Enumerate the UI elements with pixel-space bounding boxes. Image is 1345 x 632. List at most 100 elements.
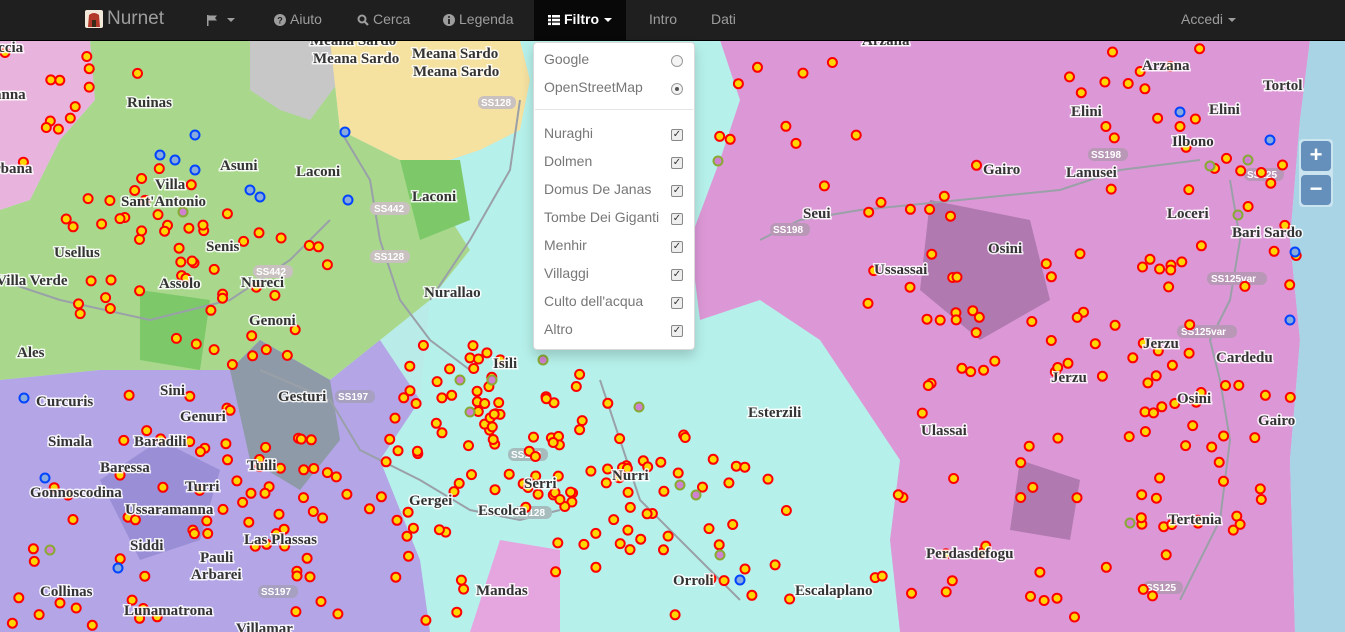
nuraghe-marker[interactable] — [1234, 518, 1246, 530]
nuraghe-marker[interactable] — [570, 381, 582, 392]
nuraghe-marker[interactable] — [237, 496, 249, 508]
nuraghe-marker[interactable] — [1015, 457, 1027, 469]
nuraghe-marker[interactable] — [1137, 583, 1149, 595]
nuraghe-marker[interactable] — [727, 519, 739, 530]
nuraghe-marker[interactable] — [679, 432, 691, 443]
nuraghe-marker[interactable] — [402, 506, 414, 518]
zoom-out-button[interactable]: − — [1301, 175, 1331, 205]
intro-link[interactable]: Intro — [649, 0, 677, 40]
nuraghe-marker[interactable] — [1062, 357, 1074, 369]
nuraghe-marker[interactable] — [1221, 152, 1232, 164]
nuraghe-marker[interactable] — [1137, 261, 1148, 273]
nuraghe-marker[interactable] — [114, 553, 126, 565]
nuraghe-marker[interactable] — [493, 397, 505, 409]
tomb-marker[interactable] — [1204, 160, 1216, 172]
nuraghe-marker[interactable] — [321, 259, 333, 271]
nuraghe-marker[interactable] — [226, 359, 238, 370]
nuraghe-marker[interactable] — [1195, 240, 1207, 252]
nuraghe-marker[interactable] — [950, 314, 962, 326]
nuraghe-marker[interactable] — [951, 271, 963, 283]
nuraghe-marker[interactable] — [565, 486, 577, 498]
nuraghe-marker[interactable] — [1150, 370, 1162, 382]
other-site-marker[interactable] — [154, 149, 166, 161]
nuraghe-marker[interactable] — [946, 575, 958, 587]
nuraghe-marker[interactable] — [1242, 201, 1254, 212]
nuraghe-marker[interactable] — [554, 494, 566, 505]
tomb-marker[interactable] — [464, 406, 476, 418]
nuraghe-marker[interactable] — [391, 514, 403, 526]
other-site-marker[interactable] — [254, 191, 266, 203]
nuraghe-marker[interactable] — [916, 407, 928, 419]
nuraghe-marker[interactable] — [312, 241, 324, 253]
nuraghe-marker[interactable] — [404, 360, 416, 372]
nuraghe-marker[interactable] — [208, 344, 220, 356]
nuraghe-marker[interactable] — [1189, 113, 1201, 125]
nuraghe-marker[interactable] — [1156, 401, 1168, 413]
nuraghe-marker[interactable] — [481, 347, 493, 359]
nuraghe-marker[interactable] — [965, 366, 977, 378]
nuraghe-marker[interactable] — [1038, 595, 1050, 606]
nuraghe-marker[interactable] — [1027, 481, 1039, 493]
nuraghe-marker[interactable] — [259, 487, 271, 499]
nuraghe-marker[interactable] — [100, 292, 112, 304]
nuraghe-marker[interactable] — [1045, 271, 1057, 283]
nuraghe-marker[interactable] — [552, 537, 564, 549]
checkbox[interactable]: ✓ — [671, 269, 683, 281]
nuraghe-marker[interactable] — [1206, 441, 1218, 453]
nuraghe-marker[interactable] — [466, 469, 477, 481]
nuraghe-marker[interactable] — [291, 570, 303, 582]
other-site-marker[interactable] — [1289, 246, 1301, 258]
nuraghe-marker[interactable] — [971, 159, 982, 171]
zoom-in-button[interactable]: + — [1301, 141, 1331, 171]
nuraghe-marker[interactable] — [1184, 319, 1196, 331]
nuraghe-marker[interactable] — [1165, 264, 1177, 276]
nuraghe-marker[interactable] — [1139, 83, 1151, 95]
nuraghe-marker[interactable] — [197, 219, 209, 231]
nuraghe-marker[interactable] — [471, 385, 483, 397]
tomb-marker[interactable] — [537, 354, 549, 366]
nuraghe-marker[interactable] — [550, 566, 562, 578]
nuraghe-marker[interactable] — [463, 440, 474, 452]
nuraghe-marker[interactable] — [945, 210, 956, 222]
nuraghe-marker[interactable] — [1265, 177, 1277, 189]
nuraghe-marker[interactable] — [1147, 590, 1158, 602]
nuraghe-marker[interactable] — [970, 327, 982, 339]
nuraghe-marker[interactable] — [1089, 338, 1101, 350]
nuraghe-marker[interactable] — [321, 467, 333, 479]
nuraghe-marker[interactable] — [332, 608, 344, 620]
search-link[interactable]: Cerca — [357, 0, 410, 40]
nuraghe-marker[interactable] — [317, 512, 329, 524]
nuraghe-marker[interactable] — [922, 380, 934, 391]
nuraghe-marker[interactable] — [238, 235, 250, 247]
nuraghe-marker[interactable] — [123, 389, 135, 401]
nuraghe-marker[interactable] — [217, 292, 228, 304]
nuraghe-marker[interactable] — [70, 602, 82, 614]
other-site-marker[interactable] — [1284, 314, 1296, 326]
tomb-marker[interactable] — [714, 549, 726, 561]
nuraghe-marker[interactable] — [503, 468, 515, 480]
radio-button[interactable] — [671, 55, 683, 67]
nuraghe-marker[interactable] — [1148, 407, 1159, 419]
nuraghe-marker[interactable] — [1213, 456, 1225, 468]
nuraghe-marker[interactable] — [669, 609, 681, 621]
nuraghe-marker[interactable] — [307, 506, 319, 517]
nuraghe-marker[interactable] — [1180, 440, 1192, 452]
nuraghe-marker[interactable] — [273, 508, 285, 520]
nuraghe-marker[interactable] — [114, 213, 126, 225]
nuraghe-marker[interactable] — [662, 530, 674, 542]
other-site-marker[interactable] — [339, 126, 351, 138]
nuraghe-marker[interactable] — [784, 593, 796, 605]
nuraghe-marker[interactable] — [157, 481, 169, 493]
nuraghe-marker[interactable] — [1166, 359, 1178, 371]
nuraghe-marker[interactable] — [222, 454, 233, 466]
nuraghe-marker[interactable] — [1026, 316, 1038, 327]
nuraghe-marker[interactable] — [190, 338, 202, 350]
nuraghe-marker[interactable] — [1096, 370, 1108, 382]
nuraghe-marker[interactable] — [245, 487, 257, 499]
nuraghe-marker[interactable] — [780, 505, 792, 516]
nuraghe-marker[interactable] — [622, 486, 634, 498]
nuraghe-marker[interactable] — [136, 225, 148, 237]
nuraghe-marker[interactable] — [436, 392, 448, 404]
nuraghe-marker[interactable] — [444, 363, 456, 375]
nuraghe-marker[interactable] — [231, 475, 243, 487]
